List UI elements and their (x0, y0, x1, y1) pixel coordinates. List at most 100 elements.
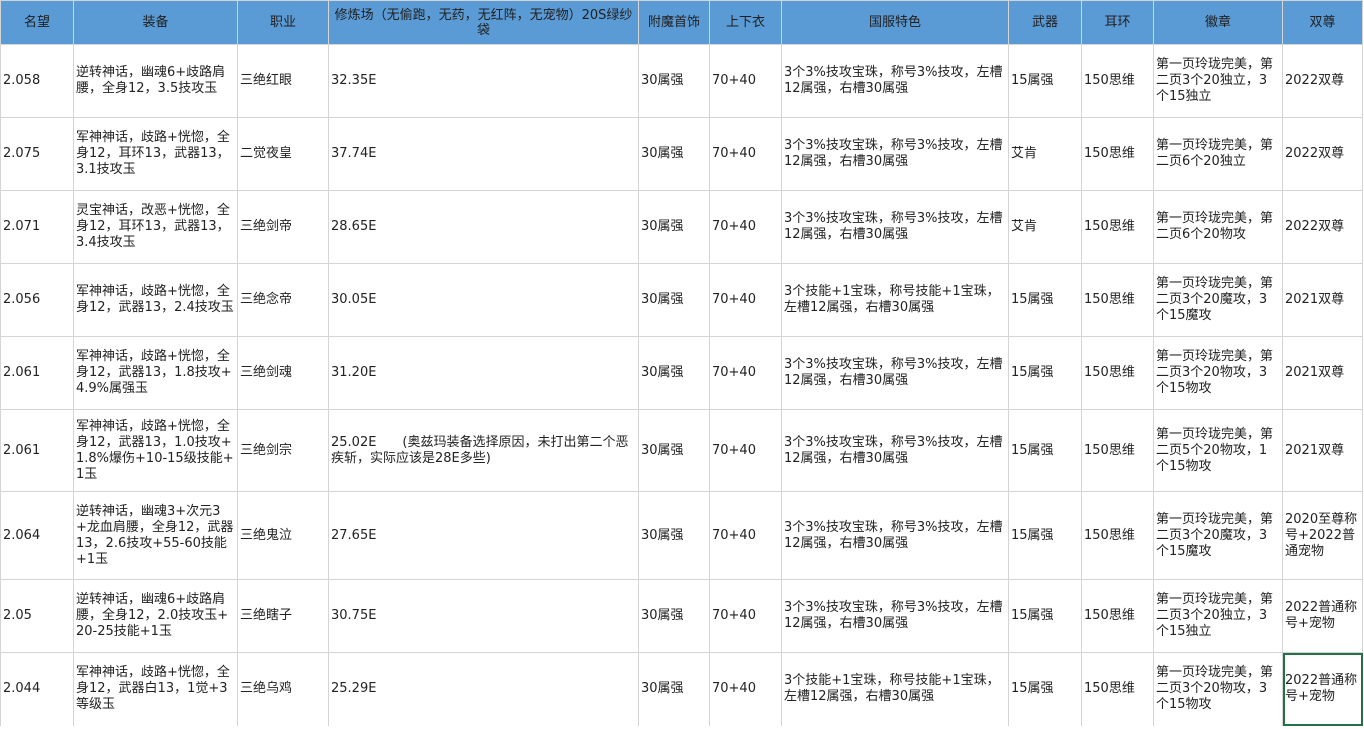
table-cell[interactable]: 70+40 (709, 491, 782, 580)
table-cell[interactable]: 2.05 (0, 579, 74, 653)
table-cell[interactable]: 30属强 (638, 44, 710, 118)
table-cell[interactable]: 150思维 (1081, 491, 1154, 580)
header-cell[interactable]: 上下衣 (709, 0, 782, 45)
table-cell[interactable]: 第一页玲珑完美，第二页3个20物攻，3个15物攻 (1153, 652, 1283, 726)
table-cell[interactable]: 3个3%技攻宝珠，称号3%技攻，左槽12属强，右槽30属强 (781, 44, 1009, 118)
header-cell[interactable]: 职业 (237, 0, 329, 45)
table-cell[interactable]: 150思维 (1081, 652, 1154, 726)
table-cell[interactable]: 3个3%技攻宝珠，称号3%技攻，左槽12属强，右槽30属强 (781, 579, 1009, 653)
table-cell[interactable]: 150思维 (1081, 190, 1154, 264)
header-cell[interactable]: 国服特色 (781, 0, 1009, 45)
table-cell[interactable]: 30属强 (638, 190, 710, 264)
table-cell[interactable]: 三绝剑魂 (237, 336, 329, 410)
table-cell[interactable]: 第一页玲珑完美，第二页3个20物攻，3个15物攻 (1153, 336, 1283, 410)
table-cell[interactable]: 灵宝神话，改恶+恍惚，全身12，耳环13，武器13，3.4技攻玉 (73, 190, 238, 264)
table-cell[interactable]: 第一页玲珑完美，第二页6个20物攻 (1153, 190, 1283, 264)
table-cell[interactable]: 37.74E (328, 117, 639, 191)
table-cell[interactable]: 70+40 (709, 44, 782, 118)
table-cell[interactable]: 70+40 (709, 409, 782, 492)
table-cell[interactable]: 三绝鬼泣 (237, 491, 329, 580)
table-cell[interactable]: 艾肯 (1008, 117, 1082, 191)
table-cell[interactable]: 第一页玲珑完美，第二页6个20独立 (1153, 117, 1283, 191)
table-cell[interactable]: 15属强 (1008, 336, 1082, 410)
table-cell[interactable]: 2.058 (0, 44, 74, 118)
table-cell[interactable]: 军神神话，歧路+恍惚，全身12，武器13，1.8技攻+4.9%属强玉 (73, 336, 238, 410)
table-cell[interactable]: 30属强 (638, 579, 710, 653)
table-cell[interactable]: 15属强 (1008, 409, 1082, 492)
table-cell[interactable]: 150思维 (1081, 263, 1154, 337)
table-cell[interactable]: 150思维 (1081, 336, 1154, 410)
table-cell[interactable]: 70+40 (709, 190, 782, 264)
table-cell[interactable]: 3个技能+1宝珠，称号技能+1宝珠，左槽12属强，右槽30属强 (781, 652, 1009, 726)
table-cell[interactable]: 军神神话，歧路+恍惚，全身12，耳环13，武器13，3.1技攻玉 (73, 117, 238, 191)
table-cell[interactable]: 2020至尊称号+2022普通宠物 (1282, 491, 1363, 580)
table-cell[interactable]: 军神神话，歧路+恍惚，全身12，武器13，1.0技攻+1.8%爆伤+10-15级… (73, 409, 238, 492)
table-cell[interactable]: 2021双尊 (1282, 336, 1363, 410)
table-cell[interactable]: 150思维 (1081, 44, 1154, 118)
table-cell[interactable]: 二觉夜皇 (237, 117, 329, 191)
table-cell[interactable]: 27.65E (328, 491, 639, 580)
table-cell[interactable]: 30属强 (638, 491, 710, 580)
header-cell[interactable]: 修炼场（无偷跑，无药，无红阵，无宠物）20S绿纱袋 (328, 0, 639, 45)
table-cell[interactable]: 逆转神话，幽魂3+次元3+龙血肩腰，全身12，武器13，2.6技攻+55-60技… (73, 491, 238, 580)
table-cell[interactable]: 70+40 (709, 336, 782, 410)
table-cell[interactable]: 2022双尊 (1282, 190, 1363, 264)
table-cell[interactable]: 70+40 (709, 652, 782, 726)
table-cell[interactable]: 第一页玲珑完美，第二页3个20魔攻，3个15魔攻 (1153, 491, 1283, 580)
table-cell[interactable]: 三绝念帝 (237, 263, 329, 337)
table-cell[interactable]: 150思维 (1081, 409, 1154, 492)
table-cell[interactable]: 三绝剑帝 (237, 190, 329, 264)
table-cell[interactable]: 2022双尊 (1282, 44, 1363, 118)
table-cell[interactable]: 3个3%技攻宝珠，称号3%技攻，左槽12属强，右槽30属强 (781, 409, 1009, 492)
header-cell[interactable]: 名望 (0, 0, 74, 45)
header-cell[interactable]: 徽章 (1153, 0, 1283, 45)
table-cell[interactable]: 25.29E (328, 652, 639, 726)
table-cell[interactable]: 30属强 (638, 409, 710, 492)
table-cell[interactable]: 军神神话，歧路+恍惚，全身12，武器13，2.4技攻玉 (73, 263, 238, 337)
table-cell[interactable]: 2.061 (0, 336, 74, 410)
table-cell[interactable]: 2022普通称号+宠物 (1282, 652, 1363, 726)
table-cell[interactable]: 30.75E (328, 579, 639, 653)
table-cell[interactable]: 艾肯 (1008, 190, 1082, 264)
table-cell[interactable]: 15属强 (1008, 263, 1082, 337)
table-cell[interactable]: 15属强 (1008, 652, 1082, 726)
table-cell[interactable]: 30属强 (638, 652, 710, 726)
header-cell[interactable]: 附魔首饰 (638, 0, 710, 45)
table-cell[interactable]: 150思维 (1081, 117, 1154, 191)
table-cell[interactable]: 2.061 (0, 409, 74, 492)
table-cell[interactable]: 3个3%技攻宝珠，称号3%技攻，左槽12属强，右槽30属强 (781, 336, 1009, 410)
header-cell[interactable]: 武器 (1008, 0, 1082, 45)
table-cell[interactable]: 三绝剑宗 (237, 409, 329, 492)
table-cell[interactable]: 第一页玲珑完美，第二页3个20魔攻，3个15魔攻 (1153, 263, 1283, 337)
table-cell[interactable]: 15属强 (1008, 579, 1082, 653)
table-cell[interactable]: 70+40 (709, 579, 782, 653)
table-cell[interactable]: 第一页玲珑完美，第二页3个20独立，3个15独立 (1153, 579, 1283, 653)
table-cell[interactable]: 三绝瞎子 (237, 579, 329, 653)
table-cell[interactable]: 30属强 (638, 336, 710, 410)
table-cell[interactable]: 3个3%技攻宝珠，称号3%技攻，左槽12属强，右槽30属强 (781, 190, 1009, 264)
table-cell[interactable]: 2021双尊 (1282, 263, 1363, 337)
table-cell[interactable]: 2021双尊 (1282, 409, 1363, 492)
header-cell[interactable]: 双尊 (1282, 0, 1363, 45)
table-cell[interactable]: 逆转神话，幽魂6+歧路肩腰，全身12，2.0技攻玉+20-25技能+1玉 (73, 579, 238, 653)
table-cell[interactable]: 2.044 (0, 652, 74, 726)
table-cell[interactable]: 30.05E (328, 263, 639, 337)
table-cell[interactable]: 25.02E (奥兹玛装备选择原因，未打出第二个恶疾斩，实际应该是28E多些) (328, 409, 639, 492)
table-cell[interactable]: 32.35E (328, 44, 639, 118)
table-cell[interactable]: 15属强 (1008, 491, 1082, 580)
table-cell[interactable]: 30属强 (638, 117, 710, 191)
table-cell[interactable]: 3个技能+1宝珠，称号技能+1宝珠，左槽12属强，右槽30属强 (781, 263, 1009, 337)
table-cell[interactable]: 3个3%技攻宝珠，称号3%技攻，左槽12属强，右槽30属强 (781, 117, 1009, 191)
header-cell[interactable]: 耳环 (1081, 0, 1154, 45)
table-cell[interactable]: 2.071 (0, 190, 74, 264)
table-cell[interactable]: 150思维 (1081, 579, 1154, 653)
table-cell[interactable]: 三绝红眼 (237, 44, 329, 118)
table-cell[interactable]: 第一页玲珑完美，第二页5个20物攻，1个15物攻 (1153, 409, 1283, 492)
table-cell[interactable]: 70+40 (709, 117, 782, 191)
table-cell[interactable]: 三绝乌鸡 (237, 652, 329, 726)
table-cell[interactable]: 军神神话，歧路+恍惚，全身12，武器白13，1觉+3等级玉 (73, 652, 238, 726)
table-cell[interactable]: 3个3%技攻宝珠，称号3%技攻，左槽12属强，右槽30属强 (781, 491, 1009, 580)
table-cell[interactable]: 2.075 (0, 117, 74, 191)
table-cell[interactable]: 2.056 (0, 263, 74, 337)
table-cell[interactable]: 31.20E (328, 336, 639, 410)
